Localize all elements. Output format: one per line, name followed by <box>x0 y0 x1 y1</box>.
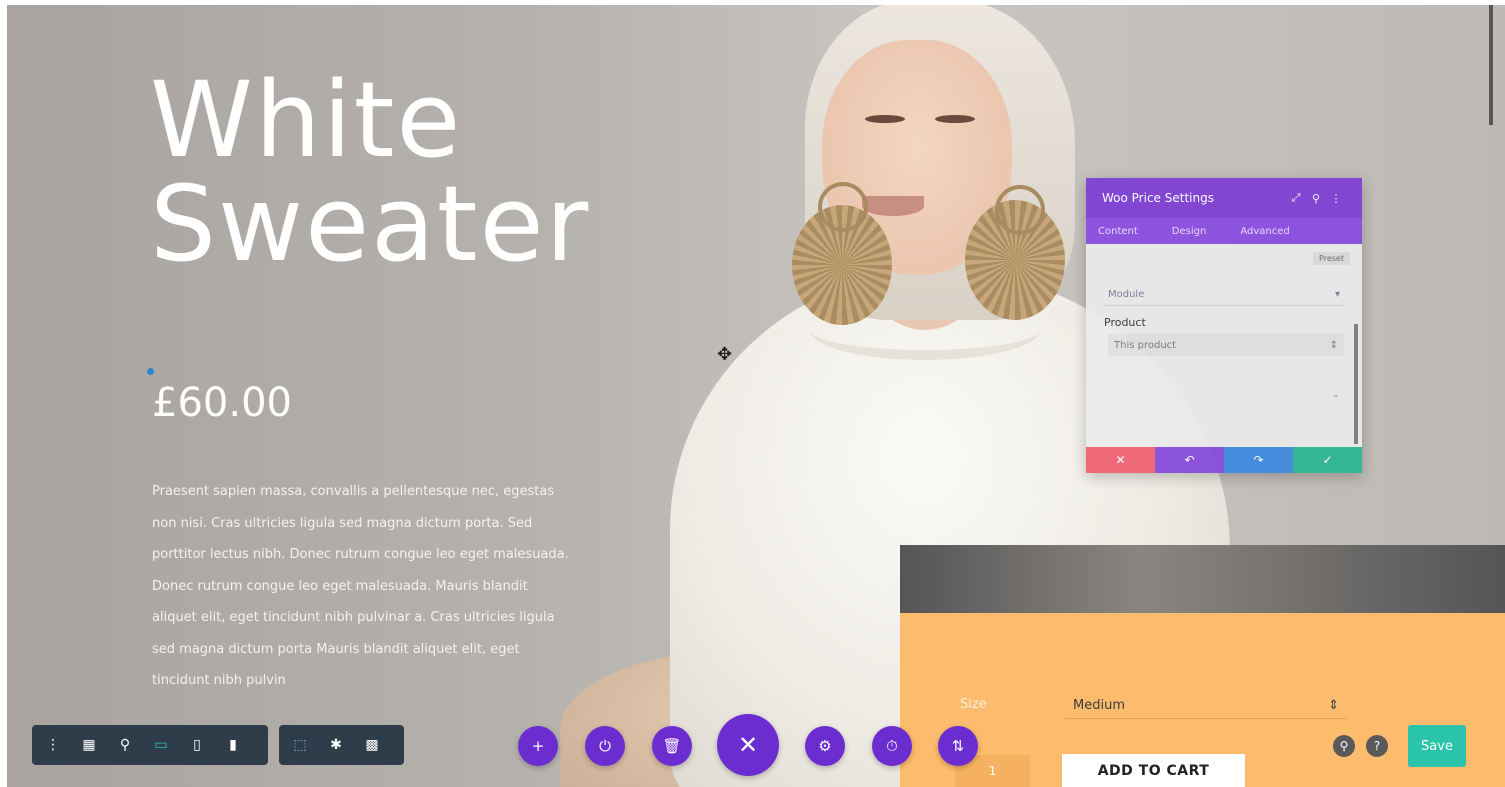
photo-earring-ring-right <box>995 185 1045 235</box>
size-label: Size <box>960 697 987 712</box>
gear-icon: ⚙ <box>818 737 832 755</box>
plus-icon: + <box>531 737 545 755</box>
product-title-line-1: White <box>150 59 463 181</box>
frame-top <box>0 0 1505 5</box>
chevron-down-icon: ▾ <box>1334 289 1340 300</box>
sort-icon: ⇅ <box>951 737 965 755</box>
product-description[interactable]: Praesent sapien massa, convallis a pelle… <box>152 476 572 697</box>
module-select[interactable]: Module ▾ <box>1104 284 1344 306</box>
photo-eye-right <box>935 115 975 123</box>
search-icon: ⚲ <box>1339 739 1349 753</box>
phone-icon[interactable]: ▮ <box>222 734 244 756</box>
tablet-icon[interactable]: ▯ <box>186 734 208 756</box>
portability-button[interactable]: ⇅ <box>938 726 978 766</box>
size-select-value: Medium <box>1073 698 1125 713</box>
photo-sweater-collar <box>810 300 1040 360</box>
help-icon: ? <box>1373 739 1381 753</box>
undo-button[interactable]: ↶ <box>1155 447 1224 473</box>
frame-left <box>0 0 7 787</box>
photo-eye-left <box>865 115 905 123</box>
product-title-line-2: Sweater <box>150 163 591 285</box>
modal-header: Woo Price Settings ⤢ ⚲ ⋮ <box>1086 178 1362 218</box>
expand-icon[interactable]: ⤢ <box>1286 191 1306 205</box>
disable-button[interactable]: ⏻ <box>585 726 625 766</box>
product-label: Product <box>1104 316 1146 329</box>
undo-icon: ↶ <box>1184 453 1195 467</box>
modal-footer: ✕ ↶ ↷ ✓ <box>1086 447 1362 473</box>
tab-design[interactable]: Design <box>1172 226 1207 237</box>
photo-lips <box>862 196 924 216</box>
save-button[interactable]: Save <box>1408 725 1466 767</box>
desktop-icon[interactable]: ▭ <box>150 734 172 756</box>
product-title[interactable]: White Sweater <box>150 68 590 276</box>
related-product-image <box>900 545 1505 615</box>
power-icon: ⏻ <box>599 737 611 755</box>
move-cursor-icon: ✥ <box>717 344 733 365</box>
modal-scrollbar[interactable] <box>1354 324 1358 444</box>
add-module-button[interactable]: + <box>518 726 558 766</box>
exit-builder-button[interactable]: ✕ <box>717 714 779 776</box>
chevron-down-icon: ⌄ <box>1331 388 1340 400</box>
size-select[interactable]: Medium ⇕ <box>1065 693 1347 719</box>
redo-button[interactable]: ↷ <box>1224 447 1293 473</box>
photo-earring-ring-left <box>818 182 868 232</box>
collapsed-section[interactable]: ⌄ <box>1108 384 1344 404</box>
modal-title: Woo Price Settings <box>1102 191 1214 205</box>
view-mode-toolbar: ⋮ ▦ ⚲ ▭ ▯ ▮ <box>32 725 268 765</box>
builder-canvas: White Sweater £60.00 Praesent sapien mas… <box>0 0 1505 787</box>
module-marker[interactable] <box>147 368 154 375</box>
select-arrows-icon: ⇕ <box>1329 339 1338 351</box>
click-icon[interactable]: ✱ <box>325 734 347 756</box>
preset-button[interactable]: Preset <box>1313 252 1350 265</box>
trash-icon: 🗑 <box>662 737 682 755</box>
redo-icon: ↷ <box>1253 453 1264 467</box>
add-to-cart-button[interactable]: ADD TO CART <box>1062 754 1245 787</box>
module-select-value: Module <box>1108 289 1145 300</box>
grid-icon[interactable]: ▩ <box>361 734 383 756</box>
layout-icon[interactable]: ▦ <box>78 734 100 756</box>
menu-icon[interactable]: ⋮ <box>42 734 64 756</box>
select-icon[interactable]: ⬚ <box>289 734 311 756</box>
history-icon: ⏱ <box>886 737 898 755</box>
cancel-button[interactable]: ✕ <box>1086 447 1155 473</box>
close-icon: ✕ <box>1115 453 1126 467</box>
page-settings-button[interactable]: ⚙ <box>805 726 845 766</box>
product-price[interactable]: £60.00 <box>152 380 292 426</box>
more-icon[interactable]: ⋮ <box>1326 192 1346 205</box>
woo-price-settings-modal[interactable]: Woo Price Settings ⤢ ⚲ ⋮ Content Design … <box>1086 178 1362 473</box>
modal-body: Preset Module ▾ Product This product ⇕ ⌄ <box>1086 244 1362 447</box>
search-button[interactable]: ⚲ <box>1333 735 1355 757</box>
product-select-value: This product <box>1114 339 1177 351</box>
confirm-button[interactable]: ✓ <box>1293 447 1362 473</box>
zoom-icon[interactable]: ⚲ <box>114 734 136 756</box>
settings-search-icon[interactable]: ⚲ <box>1306 192 1326 205</box>
interaction-toolbar: ⬚ ✱ ▩ <box>279 725 404 765</box>
help-button[interactable]: ? <box>1366 735 1388 757</box>
page-scrollbar[interactable] <box>1489 5 1493 125</box>
tab-content[interactable]: Content <box>1098 226 1138 237</box>
close-icon: ✕ <box>737 731 759 759</box>
clear-layout-button[interactable]: 🗑 <box>652 726 692 766</box>
modal-tabs: Content Design Advanced <box>1086 218 1362 244</box>
check-icon: ✓ <box>1322 453 1333 467</box>
history-button[interactable]: ⏱ <box>872 726 912 766</box>
product-select[interactable]: This product ⇕ <box>1108 334 1344 356</box>
select-arrows-icon: ⇕ <box>1328 698 1339 713</box>
tab-advanced[interactable]: Advanced <box>1240 226 1289 237</box>
